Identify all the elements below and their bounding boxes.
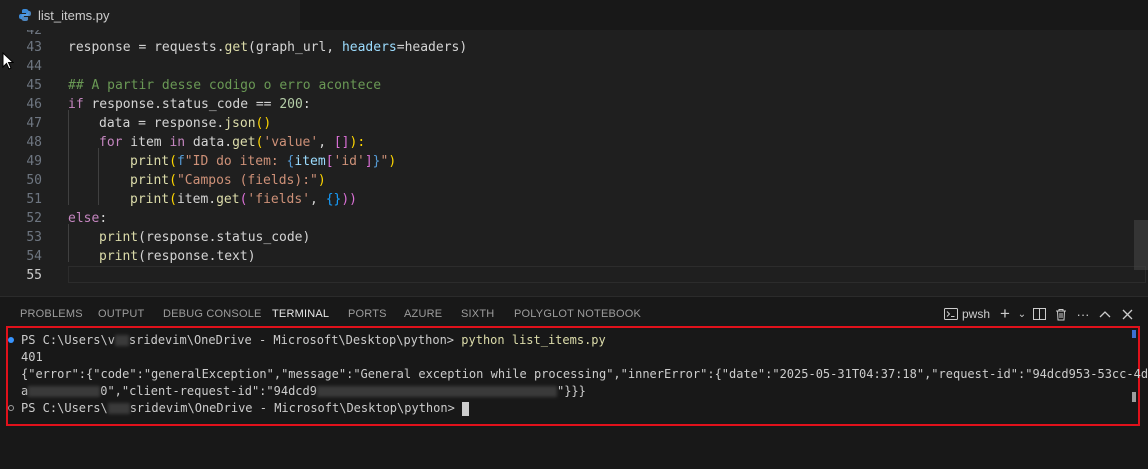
code-line: 50 print("Campos (fields):") <box>26 173 326 188</box>
terminal-dropdown-button[interactable]: ⌄ <box>1016 304 1028 324</box>
code-line: 52 else: <box>26 211 108 226</box>
redacted-text: x <box>28 386 101 397</box>
editor-scrollbar[interactable] <box>1134 220 1148 270</box>
code-line: 48 for item in data.get('value', []): <box>26 135 366 150</box>
terminal-line-json: ax0","client-request-id":"94dcd9x"}}} <box>21 384 586 398</box>
trash-icon <box>1056 308 1066 320</box>
tab-ports[interactable]: PORTS <box>348 308 387 320</box>
ellipsis-icon: ··· <box>1076 306 1090 322</box>
panel-toolbar: pwsh + ⌄ ··· <box>940 304 1138 324</box>
tab-debug-console[interactable]: DEBUG CONSOLE <box>163 308 262 320</box>
redacted-text: x <box>107 403 130 414</box>
terminal-name: pwsh <box>961 307 990 321</box>
redacted-text: xx <box>114 335 129 346</box>
redacted-text: x <box>316 386 557 397</box>
code-line: 54 print(response.text) <box>26 249 256 264</box>
terminal-scrollbar-thumb[interactable] <box>1132 392 1136 402</box>
code-line: 45 ## A partir desse codigo o erro aconte… <box>26 78 382 93</box>
python-file-icon <box>18 8 32 22</box>
tab-terminal[interactable]: TERMINAL <box>272 308 330 327</box>
terminal-selector[interactable]: pwsh <box>940 304 994 324</box>
tab-sixth[interactable]: SIXTH <box>461 308 494 320</box>
kill-terminal-button[interactable] <box>1050 304 1072 324</box>
plus-icon: + <box>1000 304 1010 323</box>
terminal-icon <box>943 308 958 320</box>
editor-tab-bar: list_items.py <box>0 0 1148 31</box>
code-line: 47 data = response.json() <box>26 116 272 131</box>
code-line: 49 print(f"ID do item: {item['id']}") <box>26 154 397 169</box>
maximize-panel-button[interactable] <box>1094 304 1116 324</box>
close-panel-button[interactable] <box>1116 304 1138 324</box>
command-neutral-dot <box>8 405 14 411</box>
code-line: 55 <box>26 268 42 283</box>
more-actions-button[interactable]: ··· <box>1072 304 1094 324</box>
chevron-down-icon: ⌄ <box>1017 308 1027 320</box>
tab-output[interactable]: OUTPUT <box>98 308 144 320</box>
tab-azure[interactable]: AZURE <box>404 308 442 320</box>
code-line: 43 response = requests.get(graph_url, hea… <box>26 40 468 55</box>
code-editor[interactable]: 42 43 response = requests.get(graph_url, … <box>0 30 1148 292</box>
tab-polyglot-notebook[interactable]: POLYGLOT NOTEBOOK <box>514 308 641 320</box>
tab-label: list_items.py <box>38 7 110 23</box>
code-line: 53 print(response.status_code) <box>26 230 311 245</box>
terminal-line-prompt: PS C:\Users\vxxsridevim\OneDrive - Micro… <box>21 333 606 347</box>
command-text: python list_items.py <box>461 333 606 347</box>
code-line: 44 <box>26 59 42 74</box>
chevron-up-icon <box>1099 311 1111 318</box>
code-line: 46 if response.status_code == 200: <box>26 97 311 112</box>
terminal-output[interactable]: PS C:\Users\vxxsridevim\OneDrive - Micro… <box>6 326 1148 426</box>
code-line: 51 print(item.get('fields', {})) <box>26 192 358 207</box>
terminal-cursor <box>462 401 470 416</box>
mouse-pointer-icon <box>2 52 14 70</box>
command-success-dot <box>8 337 14 343</box>
code-comment: ## A partir desse codigo o erro acontece <box>68 78 382 93</box>
close-icon <box>1122 309 1132 319</box>
tab-problems[interactable]: PROBLEMS <box>20 308 83 320</box>
new-terminal-button[interactable]: + <box>994 304 1016 324</box>
split-terminal-button[interactable] <box>1028 304 1050 324</box>
terminal-line-json: {"error":{"code":"generalException","mes… <box>21 367 1148 381</box>
terminal-line-prompt: PS C:\Users\xsridevim\OneDrive - Microso… <box>21 400 470 417</box>
terminal-scrollbar[interactable] <box>1132 330 1136 338</box>
split-icon <box>1032 308 1046 320</box>
terminal-line-status: 401 <box>21 350 43 364</box>
tab-list-items[interactable]: list_items.py <box>0 0 300 30</box>
